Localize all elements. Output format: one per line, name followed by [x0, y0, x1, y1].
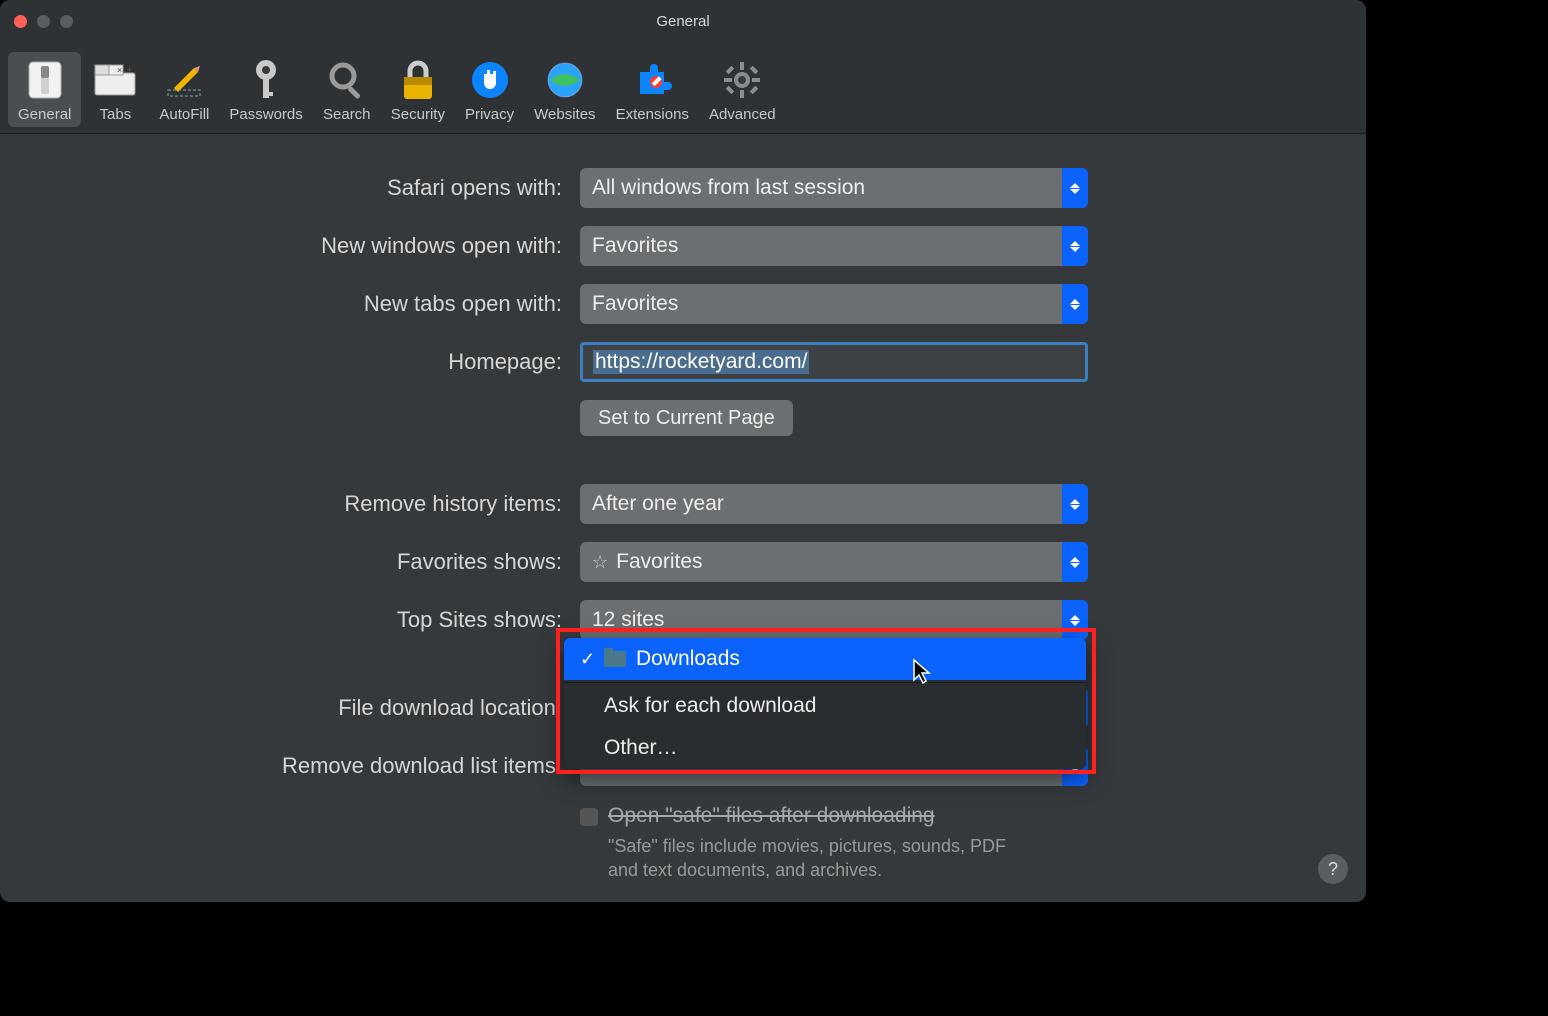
new-tabs-open-with-label: New tabs open with:: [40, 291, 580, 317]
top-sites-shows-label: Top Sites shows:: [40, 607, 580, 633]
new-windows-open-with-select[interactable]: Favorites: [580, 226, 1088, 266]
remove-history-items-select[interactable]: After one year: [580, 484, 1088, 524]
extensions-puzzle-icon: [630, 58, 674, 102]
open-safe-files-label: Open "safe" files after downloading: [608, 804, 1028, 828]
tab-security[interactable]: Security: [381, 52, 455, 127]
select-value: Favorites: [616, 550, 702, 574]
select-value: Favorites: [592, 292, 678, 316]
open-safe-files-row: Open "safe" files after downloading "Saf…: [580, 804, 1088, 883]
security-lock-icon: [396, 58, 440, 102]
select-value: All windows from last session: [592, 176, 865, 200]
tab-passwords[interactable]: Passwords: [219, 52, 312, 127]
tab-label: General: [18, 106, 71, 123]
preferences-toolbar: General ×+ Tabs AutoFill Passwords Searc…: [0, 42, 1366, 134]
tab-extensions[interactable]: Extensions: [606, 52, 699, 127]
safari-opens-with-label: Safari opens with:: [40, 175, 580, 201]
advanced-gear-icon: [720, 58, 764, 102]
search-magnifier-icon: [325, 58, 369, 102]
set-to-current-page-button[interactable]: Set to Current Page: [580, 400, 793, 436]
tab-general[interactable]: General: [8, 52, 81, 127]
websites-globe-icon: [543, 58, 587, 102]
tab-label: Passwords: [229, 106, 302, 123]
favorites-shows-select[interactable]: ☆ Favorites: [580, 542, 1088, 582]
tab-search[interactable]: Search: [313, 52, 381, 127]
top-sites-shows-select[interactable]: 12 sites: [580, 600, 1088, 640]
window-title: General: [0, 13, 1366, 30]
menu-item-downloads[interactable]: ✓ Downloads: [564, 638, 1086, 680]
tab-label: Extensions: [616, 106, 689, 123]
svg-text:×: ×: [117, 65, 122, 75]
checkmark-icon: ✓: [580, 649, 596, 670]
favorites-shows-label: Favorites shows:: [40, 549, 580, 575]
svg-text:+: +: [127, 65, 132, 75]
tab-label: Advanced: [709, 106, 776, 123]
select-arrows-icon: [1062, 226, 1088, 266]
homepage-value: https://rocketyard.com/: [593, 350, 809, 374]
menu-item-ask-for-each-download[interactable]: Ask for each download: [564, 685, 1086, 727]
new-tabs-open-with-select[interactable]: Favorites: [580, 284, 1088, 324]
new-windows-open-with-label: New windows open with:: [40, 233, 580, 259]
homepage-input[interactable]: https://rocketyard.com/: [580, 342, 1088, 382]
homepage-label: Homepage:: [40, 349, 580, 375]
tab-label: AutoFill: [159, 106, 209, 123]
tab-label: Security: [391, 106, 445, 123]
tab-autofill[interactable]: AutoFill: [149, 52, 219, 127]
select-arrows-icon: [1062, 284, 1088, 324]
menu-separator: [564, 682, 1086, 683]
menu-item-label: Ask for each download: [604, 694, 816, 718]
download-location-menu: ✓ Downloads Ask for each download Other…: [564, 638, 1086, 769]
tab-tabs[interactable]: ×+ Tabs: [81, 52, 149, 127]
tabs-icon: ×+: [93, 58, 137, 102]
tab-websites[interactable]: Websites: [524, 52, 605, 127]
general-switch-icon: [23, 58, 67, 102]
tab-label: Websites: [534, 106, 595, 123]
select-arrows-icon: [1062, 600, 1088, 640]
preferences-window: General General ×+ Tabs AutoFill Passwor…: [0, 0, 1366, 902]
button-label: Set to Current Page: [598, 407, 775, 430]
tab-privacy[interactable]: Privacy: [455, 52, 524, 127]
select-value: 12 sites: [592, 608, 664, 632]
folder-icon: [604, 651, 626, 667]
safari-opens-with-select[interactable]: All windows from last session: [580, 168, 1088, 208]
tab-label: Search: [323, 106, 371, 123]
menu-item-other[interactable]: Other…: [564, 727, 1086, 769]
open-safe-files-checkbox[interactable]: [580, 808, 598, 826]
select-arrows-icon: [1062, 542, 1088, 582]
tab-label: Privacy: [465, 106, 514, 123]
remove-download-list-items-label: Remove download list items:: [40, 753, 580, 779]
select-arrows-icon: [1062, 484, 1088, 524]
titlebar: General: [0, 0, 1366, 42]
select-value: After one year: [592, 492, 724, 516]
star-icon: ☆: [592, 552, 608, 573]
select-value: Favorites: [592, 234, 678, 258]
remove-history-items-label: Remove history items:: [40, 491, 580, 517]
passwords-key-icon: [244, 58, 288, 102]
help-button[interactable]: ?: [1318, 854, 1348, 884]
menu-item-label: Other…: [604, 736, 678, 760]
menu-item-label: Downloads: [636, 647, 740, 671]
select-arrows-icon: [1062, 168, 1088, 208]
tab-advanced[interactable]: Advanced: [699, 52, 786, 127]
content-area: Safari opens with: All windows from last…: [0, 134, 1366, 883]
tab-label: Tabs: [100, 106, 132, 123]
autofill-pencil-icon: [162, 58, 206, 102]
file-download-location-label: File download location:: [40, 695, 580, 721]
privacy-hand-icon: [468, 58, 512, 102]
open-safe-files-help: "Safe" files include movies, pictures, s…: [608, 834, 1028, 883]
